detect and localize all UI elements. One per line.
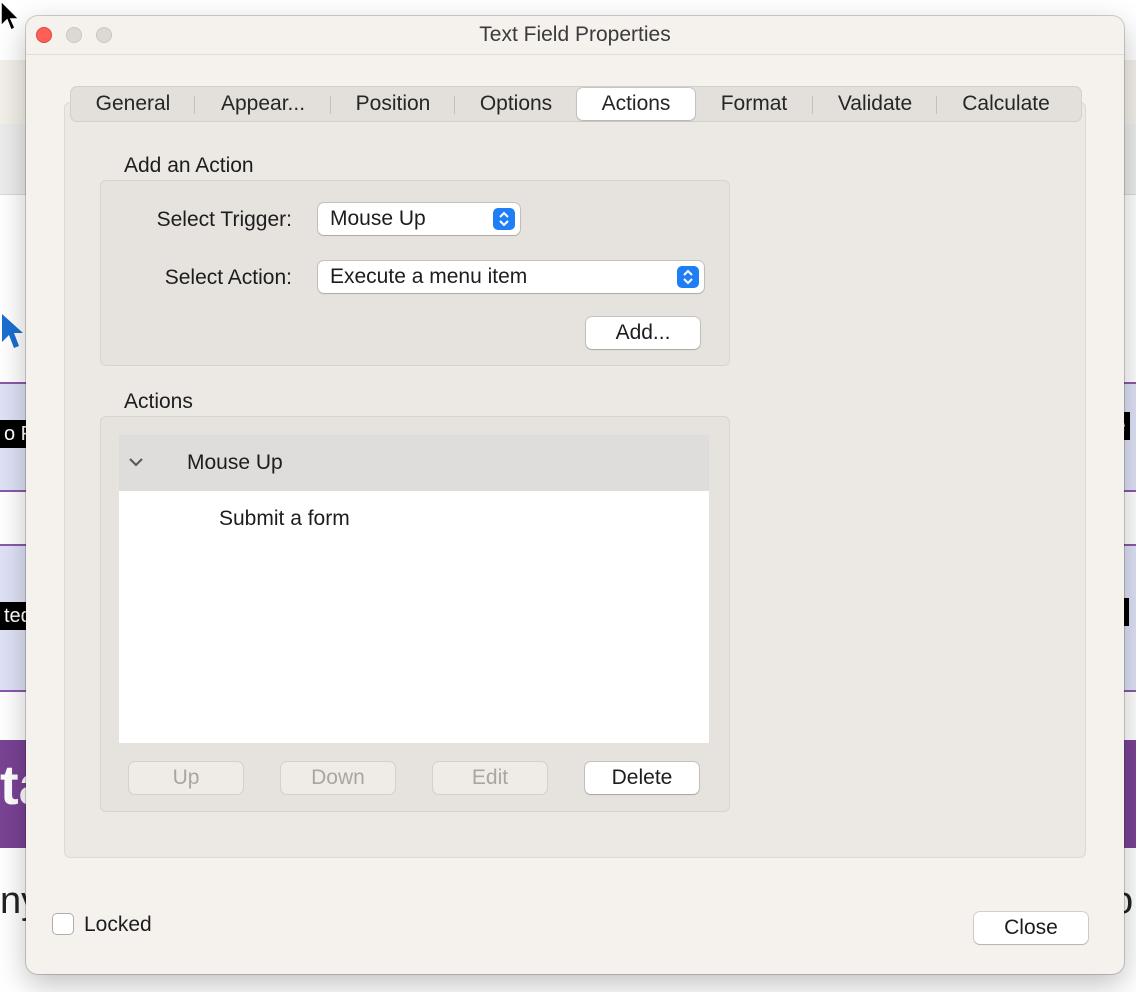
actions-list[interactable]: Mouse Up Submit a form xyxy=(119,435,709,743)
add-action-group: Select Trigger: Mouse Up Select Action: … xyxy=(100,180,730,366)
up-down-arrows-icon xyxy=(677,266,699,288)
tab-validate[interactable]: Validate xyxy=(813,88,937,120)
chevron-down-icon[interactable] xyxy=(127,453,145,471)
select-trigger-label: Select Trigger: xyxy=(156,208,292,231)
delete-action-button[interactable]: Delete xyxy=(585,762,699,794)
tab-calculate[interactable]: Calculate xyxy=(937,88,1075,120)
tab-position[interactable]: Position xyxy=(331,88,455,120)
tab-general[interactable]: General xyxy=(71,88,195,120)
locked-checkbox[interactable] xyxy=(53,914,73,934)
tab-appearance[interactable]: Appear... xyxy=(195,88,331,120)
up-down-arrows-icon xyxy=(493,208,515,230)
select-action-label: Select Action: xyxy=(164,266,292,289)
tab-actions[interactable]: Actions xyxy=(577,88,695,120)
trigger-popup-value: Mouse Up xyxy=(330,207,426,230)
add-action-heading: Add an Action xyxy=(124,154,254,177)
edit-action-button[interactable]: Edit xyxy=(433,762,547,794)
trigger-group-label: Mouse Up xyxy=(187,451,283,474)
action-popup[interactable]: Execute a menu item xyxy=(318,261,704,293)
action-popup-value: Execute a menu item xyxy=(330,265,528,288)
locked-label: Locked xyxy=(84,913,152,936)
text-field-properties-dialog: Text Field Properties General Appear... … xyxy=(26,16,1124,974)
window-title: Text Field Properties xyxy=(479,23,671,46)
list-item[interactable]: Submit a form xyxy=(219,507,350,531)
trigger-group-row[interactable]: Mouse Up xyxy=(119,435,709,491)
tab-bar: General Appear... Position Options Actio… xyxy=(70,86,1082,122)
mouse-pointer-icon xyxy=(0,0,21,32)
title-bar: Text Field Properties xyxy=(26,16,1124,55)
move-up-button[interactable]: Up xyxy=(129,762,243,794)
actions-heading: Actions xyxy=(124,390,193,413)
move-down-button[interactable]: Down xyxy=(281,762,395,794)
tab-format[interactable]: Format xyxy=(695,88,813,120)
select-tool-icon xyxy=(2,314,23,348)
add-action-button[interactable]: Add... xyxy=(586,317,700,349)
trigger-popup[interactable]: Mouse Up xyxy=(318,203,520,235)
tab-options[interactable]: Options xyxy=(455,88,577,120)
close-button[interactable]: Close xyxy=(974,912,1088,944)
